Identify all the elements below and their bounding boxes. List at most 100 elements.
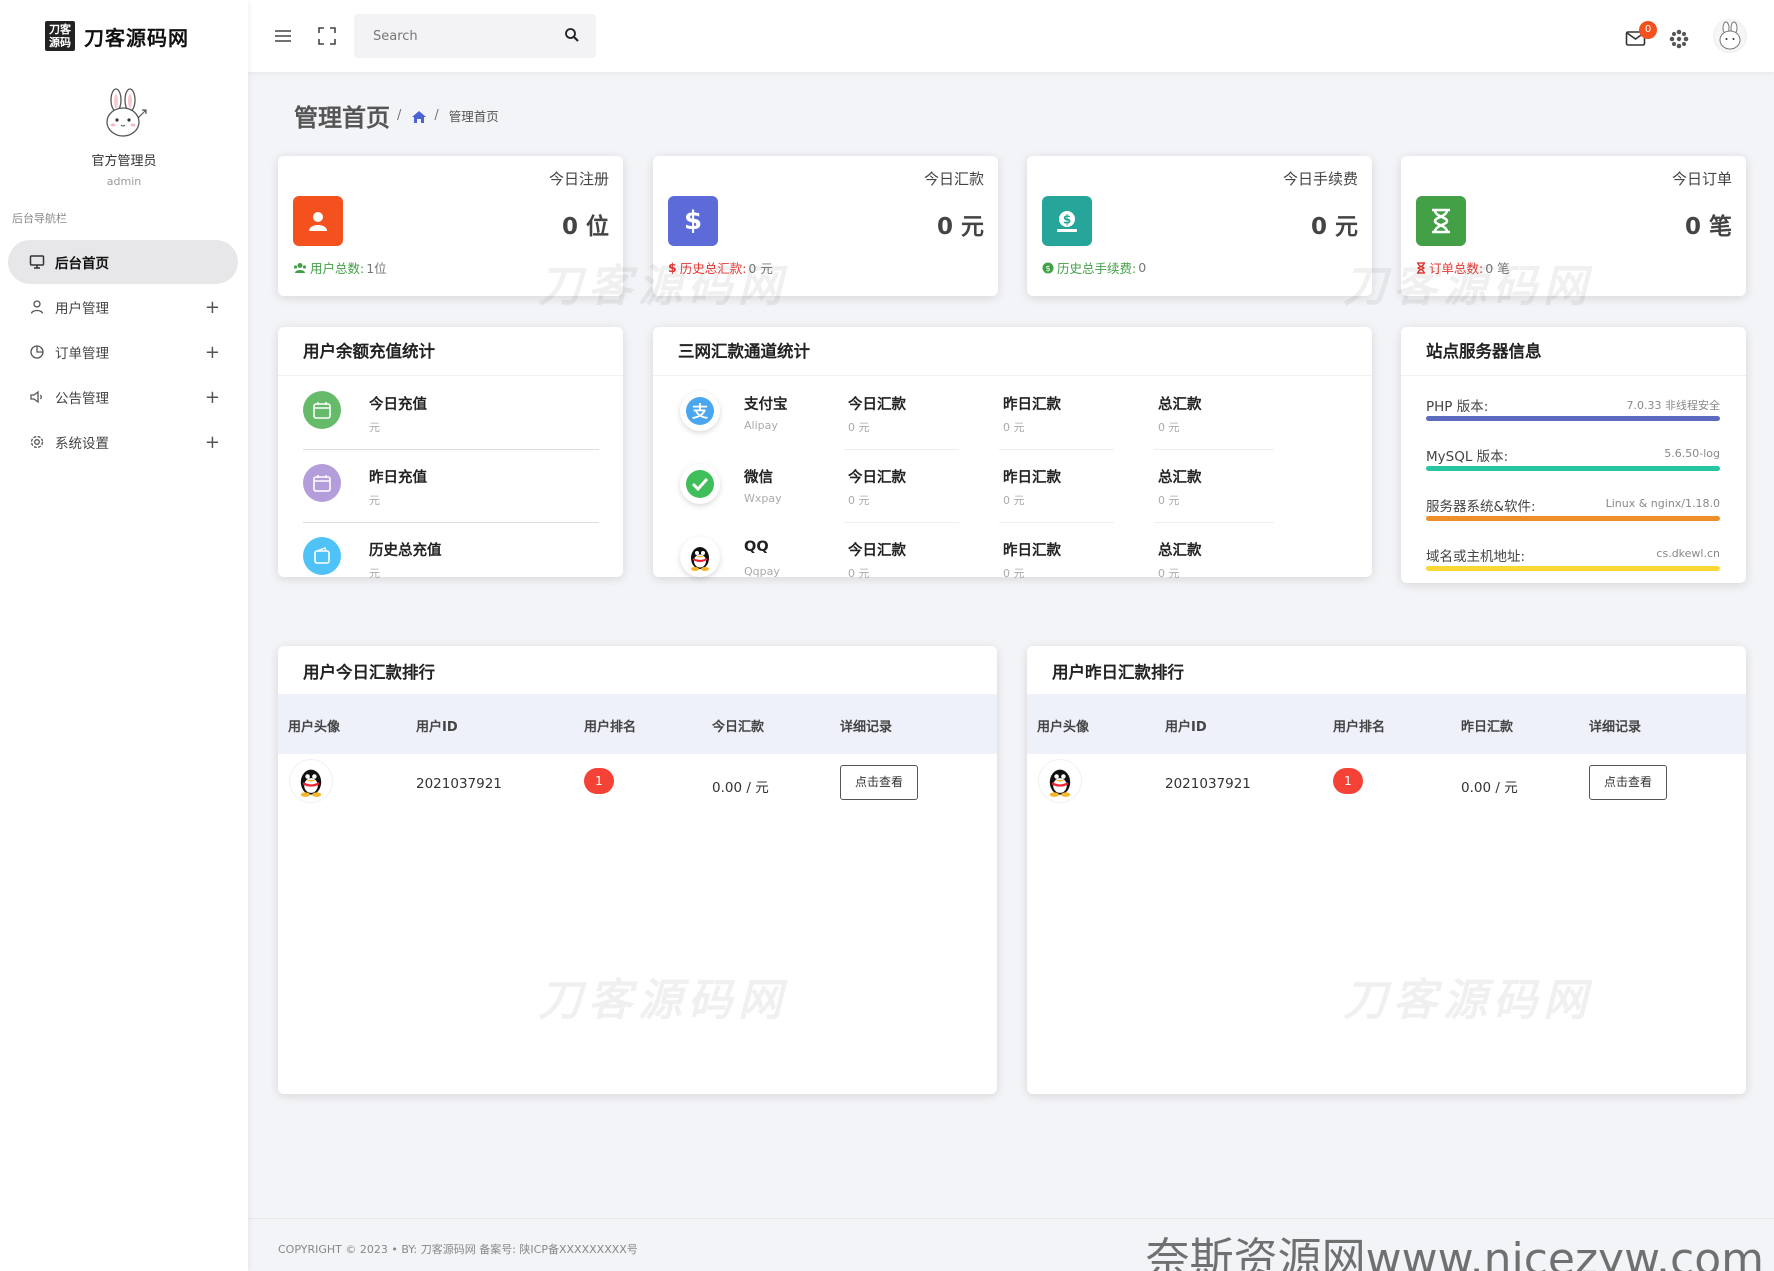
server-key: MySQL 版本: xyxy=(1426,449,1509,465)
sidebar-item-label: 用户管理 xyxy=(55,301,109,317)
stat-footer-value: 0 笔 xyxy=(1485,261,1510,276)
server-bar xyxy=(1426,516,1720,521)
column-header: 今日汇款 xyxy=(712,720,765,735)
copyright-text: COPYRIGHT © 2023 • BY: 刀客源码网 备案号: 陕ICP备X… xyxy=(278,1243,638,1256)
channel-yesterday-value: 0 元 xyxy=(1003,494,1025,507)
stat-card-registrations: 今日注册 0 位 用户总数: 1位 xyxy=(278,156,623,296)
channel-row: 微信 Wxpay 今日汇款 0 元 昨日汇款 0 元 总汇款 0 元 xyxy=(678,450,1349,523)
pie-chart-icon xyxy=(28,343,46,361)
channel-total-col: 总汇款 0 元 xyxy=(1154,377,1274,450)
channel-today-label: 今日汇款 xyxy=(848,470,906,486)
channel-total-label: 总汇款 xyxy=(1158,470,1202,486)
stat-footer-label: 订单总数: xyxy=(1429,261,1484,276)
channel-today-value: 0 元 xyxy=(848,494,870,507)
channel-today-col: 今日汇款 0 元 xyxy=(844,377,959,450)
channel-total-col: 总汇款 0 元 xyxy=(1154,523,1274,596)
expand-plus-icon[interactable]: + xyxy=(205,432,220,453)
svg-text:支: 支 xyxy=(691,402,709,421)
rank-today-panel: 用户今日汇款排行 用户头像 用户ID 用户排名 今日汇款 详细记录 202103… xyxy=(278,646,997,1094)
user-avatar[interactable] xyxy=(1714,20,1746,52)
sidebar-item-announcements[interactable]: 公告管理 + xyxy=(8,375,238,419)
profile-role: admin xyxy=(106,175,142,188)
recharge-value: 元 xyxy=(369,567,380,580)
users-icon xyxy=(293,262,307,273)
stat-label: 今日注册 xyxy=(548,170,609,188)
channel-name-col: QQ Qqpay xyxy=(744,523,834,596)
search-input[interactable] xyxy=(354,28,554,44)
page-title: 管理首页 xyxy=(294,104,390,132)
sidebar-item-settings[interactable]: 系统设置 + xyxy=(8,420,238,464)
sidebar-item-users[interactable]: 用户管理 + xyxy=(8,285,238,329)
column-header: 用户头像 xyxy=(1037,720,1090,735)
server-row: 服务器系统&软件: Linux & nginx/1.18.0 xyxy=(1426,481,1720,531)
stat-footer: $ 历史总汇款: 0 元 xyxy=(668,258,773,277)
nav-title: 后台导航栏 xyxy=(12,212,67,225)
table-row: 2021037921 1 0.00 / 元 点击查看 xyxy=(1027,754,1746,812)
expand-plus-icon[interactable]: + xyxy=(205,297,220,318)
divider xyxy=(278,375,623,376)
panel-title: 用户昨日汇款排行 xyxy=(1052,663,1184,682)
channel-today-col: 今日汇款 0 元 xyxy=(844,450,959,523)
server-key: 服务器系统&软件: xyxy=(1426,499,1536,515)
stat-footer-value: 0 xyxy=(1138,260,1147,275)
recharge-row: 昨日充值 元 xyxy=(303,450,599,523)
breadcrumb-separator: / xyxy=(434,108,439,123)
footer: COPYRIGHT © 2023 • BY: 刀客源码网 备案号: 陕ICP备X… xyxy=(248,1218,1774,1271)
view-details-button[interactable]: 点击查看 xyxy=(840,765,918,800)
user-id: 2021037921 xyxy=(1165,776,1251,792)
logo[interactable]: 刀客源码 刀客源码网 xyxy=(0,0,248,72)
table-row: 2021037921 1 0.00 / 元 点击查看 xyxy=(278,754,997,812)
rank-badge: 1 xyxy=(1333,768,1363,794)
hourglass-icon xyxy=(1417,261,1425,274)
channel-total-value: 0 元 xyxy=(1158,494,1180,507)
money-icon: $ xyxy=(1042,196,1092,246)
user-icon xyxy=(293,196,343,246)
divider xyxy=(653,375,1372,376)
stat-label: 今日汇款 xyxy=(923,170,984,188)
channel-sub: Wxpay xyxy=(744,492,782,505)
channel-yesterday-label: 昨日汇款 xyxy=(1003,397,1061,413)
channel-yesterday-col: 昨日汇款 0 元 xyxy=(999,523,1114,596)
search-icon[interactable] xyxy=(564,27,582,45)
stat-footer: 订单总数: 0 笔 xyxy=(1416,258,1510,277)
top-header: 0 xyxy=(248,0,1774,72)
profile: 官方管理员 admin xyxy=(0,72,248,188)
server-value: Linux & nginx/1.18.0 xyxy=(1605,497,1720,510)
channel-yesterday-value: 0 元 xyxy=(1003,567,1025,580)
site-name: 刀客源码网 xyxy=(84,25,189,50)
sidebar-item-dashboard[interactable]: 后台首页 xyxy=(8,240,238,284)
expand-plus-icon[interactable]: + xyxy=(205,342,220,363)
coin-icon: $ xyxy=(1042,262,1054,273)
stat-value: 0 元 xyxy=(936,214,984,240)
svg-text:$: $ xyxy=(1063,213,1071,227)
server-bar xyxy=(1426,566,1720,571)
channel-name: QQ xyxy=(744,539,769,555)
stat-footer-value: 0 元 xyxy=(748,261,773,276)
hourglass-icon xyxy=(1416,196,1466,246)
stat-footer-value: 1位 xyxy=(366,261,387,276)
home-icon[interactable] xyxy=(411,109,427,123)
panel-title: 站点服务器信息 xyxy=(1426,342,1542,361)
channel-name: 支付宝 xyxy=(744,397,788,413)
recharge-panel: 用户余额充值统计 今日充值 元 昨日充值 元 历史总充值 元 xyxy=(278,327,623,580)
column-header: 昨日汇款 xyxy=(1461,720,1514,735)
view-details-button[interactable]: 点击查看 xyxy=(1589,765,1667,800)
stat-card-orders: 今日订单 0 笔 订单总数: 0 笔 xyxy=(1401,156,1746,296)
calendar-icon xyxy=(303,391,341,429)
rank-badge: 1 xyxy=(584,768,614,794)
fullscreen-icon[interactable] xyxy=(318,27,336,45)
sidebar-item-label: 系统设置 xyxy=(55,436,109,452)
column-header: 用户排名 xyxy=(584,720,637,735)
channel-total-label: 总汇款 xyxy=(1158,397,1202,413)
stat-label: 今日手续费 xyxy=(1282,170,1358,188)
menu-toggle-icon[interactable] xyxy=(274,28,292,44)
amount: 0.00 / 元 xyxy=(712,780,769,796)
sidebar-item-orders[interactable]: 订单管理 + xyxy=(8,330,238,374)
channel-today-value: 0 元 xyxy=(848,567,870,580)
stat-card-remittance: $ 今日汇款 0 元 $ 历史总汇款: 0 元 xyxy=(653,156,998,296)
expand-plus-icon[interactable]: + xyxy=(205,387,220,408)
apps-icon[interactable] xyxy=(1669,29,1689,49)
qq-icon xyxy=(680,537,720,577)
rabbit-avatar-icon[interactable] xyxy=(96,88,152,144)
channel-sub: Qqpay xyxy=(744,565,780,578)
